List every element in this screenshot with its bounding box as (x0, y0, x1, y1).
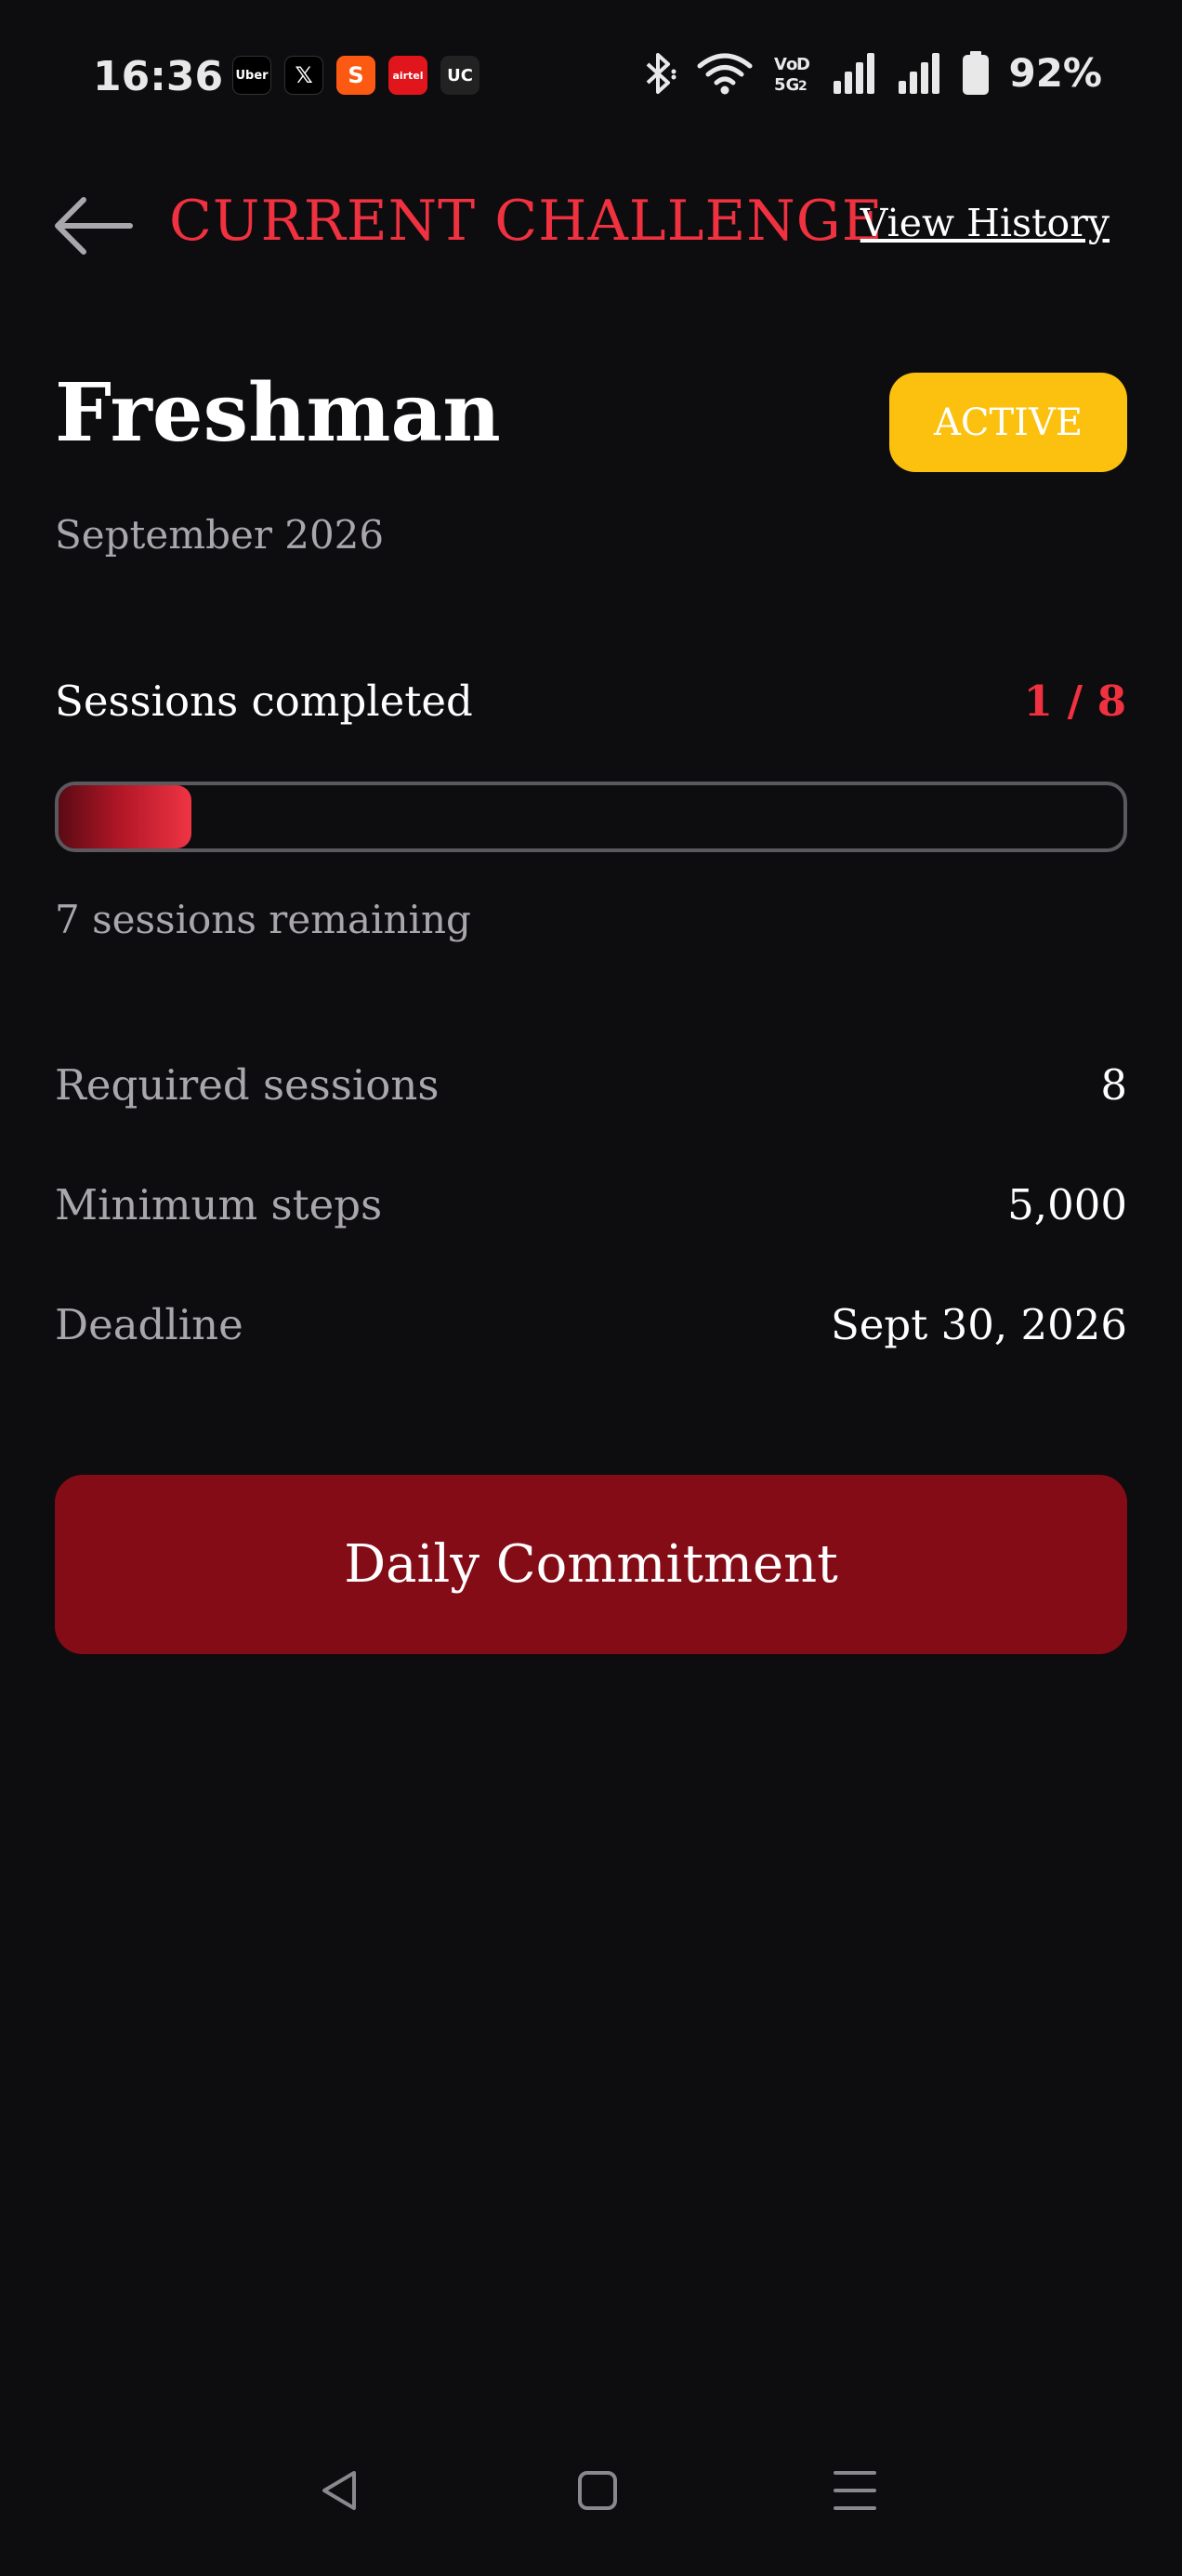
volte-5g-icon: Vo D 5G 2 (774, 55, 810, 95)
x-icon: 𝕏 (284, 56, 323, 95)
detail-row-deadline: Deadline Sept 30, 2026 (55, 1296, 1127, 1352)
svg-text:5G: 5G (774, 75, 799, 95)
system-nav-bar (0, 2453, 1182, 2556)
view-history-link[interactable]: View History (860, 197, 1110, 249)
uc-icon: UC (440, 56, 479, 95)
system-icons: Vo D 5G 2 92% (640, 50, 1102, 96)
bluetooth-icon (647, 52, 676, 94)
detail-value: Sept 30, 2026 (830, 1299, 1127, 1349)
detail-value: 8 (1100, 1059, 1127, 1110)
progress-bar (55, 782, 1127, 852)
svg-text:D: D (796, 55, 810, 74)
challenge-name: Freshman (55, 366, 501, 460)
swiggy-icon: S (336, 56, 375, 95)
recents-menu-icon (834, 2471, 876, 2510)
notification-icons: Uber 𝕏 S airtel UC (232, 56, 479, 95)
status-badge: ACTIVE (889, 373, 1127, 472)
page-title: CURRENT CHALLENGE (169, 189, 884, 254)
signal-2-icon (899, 52, 940, 94)
progress-fill (59, 785, 192, 848)
svg-text:Vo: Vo (774, 55, 797, 74)
uber-icon: Uber (232, 56, 271, 95)
arrow-left-icon (55, 197, 133, 255)
wifi-icon (697, 53, 753, 94)
signal-1-icon (834, 52, 875, 94)
detail-label: Deadline (55, 1299, 243, 1349)
nav-home-button[interactable] (560, 2453, 635, 2528)
detail-label: Required sessions (55, 1059, 440, 1110)
home-square-icon (578, 2471, 617, 2510)
daily-commitment-button[interactable]: Daily Commitment (55, 1475, 1127, 1654)
detail-row-minimum-steps: Minimum steps 5,000 (55, 1176, 1127, 1232)
nav-back-button[interactable] (303, 2453, 377, 2528)
detail-row-required-sessions: Required sessions 8 (55, 1057, 1127, 1112)
airtel-icon: airtel (388, 56, 427, 95)
detail-label: Minimum steps (55, 1179, 383, 1229)
challenge-month: September 2026 (55, 512, 385, 558)
sessions-count: 1 / 8 (1023, 677, 1126, 726)
status-bar: 16:36 Uber 𝕏 S airtel UC Vo D 5G 2 92% (0, 0, 1182, 149)
sessions-remaining: 7 sessions remaining (55, 897, 471, 942)
back-triangle-icon (322, 2471, 356, 2510)
status-time: 16:36 (93, 53, 224, 100)
battery-icon (963, 50, 990, 95)
svg-text:2: 2 (798, 79, 808, 94)
nav-recents-button[interactable] (818, 2453, 892, 2528)
detail-value: 5,000 (1007, 1179, 1127, 1229)
back-button[interactable] (52, 191, 136, 261)
sessions-label: Sessions completed (55, 677, 473, 726)
battery-percent: 92% (1008, 50, 1102, 96)
